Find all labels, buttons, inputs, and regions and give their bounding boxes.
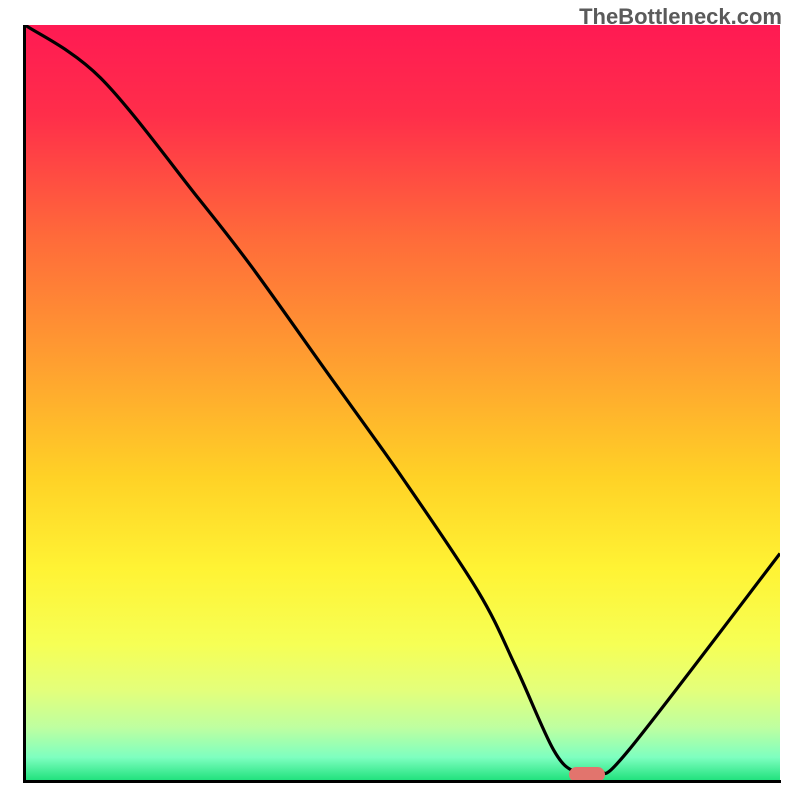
x-axis bbox=[23, 780, 781, 783]
y-axis bbox=[23, 25, 26, 783]
watermark-text: TheBottleneck.com bbox=[579, 4, 782, 30]
bottleneck-curve bbox=[25, 25, 780, 780]
chart-plot-area bbox=[25, 25, 780, 780]
